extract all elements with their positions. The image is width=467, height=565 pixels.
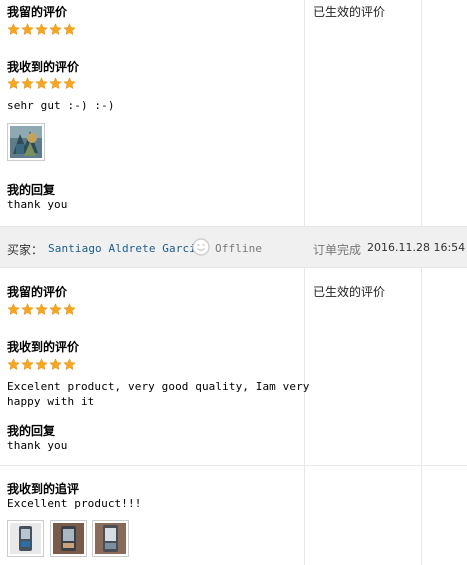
star-icon bbox=[35, 77, 48, 90]
photo-image bbox=[95, 523, 126, 554]
star-icon bbox=[7, 77, 20, 90]
my-reply-text: thank you bbox=[7, 198, 68, 211]
received-review-text: sehr gut :-) :-) bbox=[7, 99, 115, 112]
followup-photo-thumbnail[interactable] bbox=[50, 520, 87, 557]
star-icon bbox=[63, 303, 76, 316]
followup-photo-thumbnail[interactable] bbox=[92, 520, 129, 557]
my-review-stars bbox=[7, 23, 76, 36]
review-entry-1: 我留的评价 我收到的评价 sehr gut :-) :-) 我的回复 thank… bbox=[0, 0, 467, 226]
buyer-info-bar: 买家： Santiago Aldrete Garcia Offline 订单完成… bbox=[0, 226, 467, 268]
review-entry-2: 我留的评价 我收到的评价 Excelent product, very good… bbox=[0, 268, 467, 565]
followup-review-heading: 我收到的追评 bbox=[7, 482, 80, 496]
received-review-stars bbox=[7, 358, 76, 371]
star-icon bbox=[49, 77, 62, 90]
star-icon bbox=[63, 77, 76, 90]
my-reply-text: thank you bbox=[7, 439, 68, 452]
review-photo-thumbnail[interactable] bbox=[7, 123, 45, 161]
star-icon bbox=[7, 358, 20, 371]
star-icon bbox=[7, 303, 20, 316]
photo-image bbox=[53, 523, 84, 554]
followup-photo-thumbnail[interactable] bbox=[7, 520, 44, 557]
star-icon bbox=[21, 358, 34, 371]
star-icon bbox=[35, 358, 48, 371]
order-date: 2016.11.28 16:54 bbox=[367, 241, 466, 254]
star-icon bbox=[49, 358, 62, 371]
buyer-label: 买家： bbox=[7, 243, 44, 257]
received-review-heading: 我收到的评价 bbox=[7, 340, 80, 354]
star-icon bbox=[63, 358, 76, 371]
my-review-stars bbox=[7, 303, 76, 316]
star-icon bbox=[21, 77, 34, 90]
section-divider bbox=[0, 465, 467, 466]
star-icon bbox=[35, 23, 48, 36]
star-icon bbox=[63, 23, 76, 36]
received-review-stars bbox=[7, 77, 76, 90]
star-icon bbox=[21, 303, 34, 316]
photo-image bbox=[10, 523, 41, 554]
star-icon bbox=[21, 23, 34, 36]
my-reply-heading: 我的回复 bbox=[7, 424, 56, 438]
star-icon bbox=[35, 303, 48, 316]
my-reply-heading: 我的回复 bbox=[7, 183, 56, 197]
followup-review-text: Excellent product!!! bbox=[7, 497, 142, 510]
online-status: Offline bbox=[215, 242, 263, 255]
my-review-heading: 我留的评价 bbox=[7, 5, 68, 19]
photo-image bbox=[10, 126, 42, 158]
received-review-text-line-1: Excelent product, very good quality, Iam… bbox=[7, 380, 310, 393]
buyer-name-link[interactable]: Santiago Aldrete Garcia bbox=[48, 242, 203, 255]
star-icon bbox=[7, 23, 20, 36]
order-status: 订单完成 bbox=[313, 243, 362, 257]
received-review-heading: 我收到的评价 bbox=[7, 60, 80, 74]
star-icon bbox=[49, 303, 62, 316]
review-status: 已生效的评价 bbox=[313, 5, 386, 19]
offline-status-icon bbox=[192, 238, 210, 256]
review-status: 已生效的评价 bbox=[313, 285, 386, 299]
received-review-text-line-2: happy with it bbox=[7, 395, 95, 408]
star-icon bbox=[49, 23, 62, 36]
my-review-heading: 我留的评价 bbox=[7, 285, 68, 299]
